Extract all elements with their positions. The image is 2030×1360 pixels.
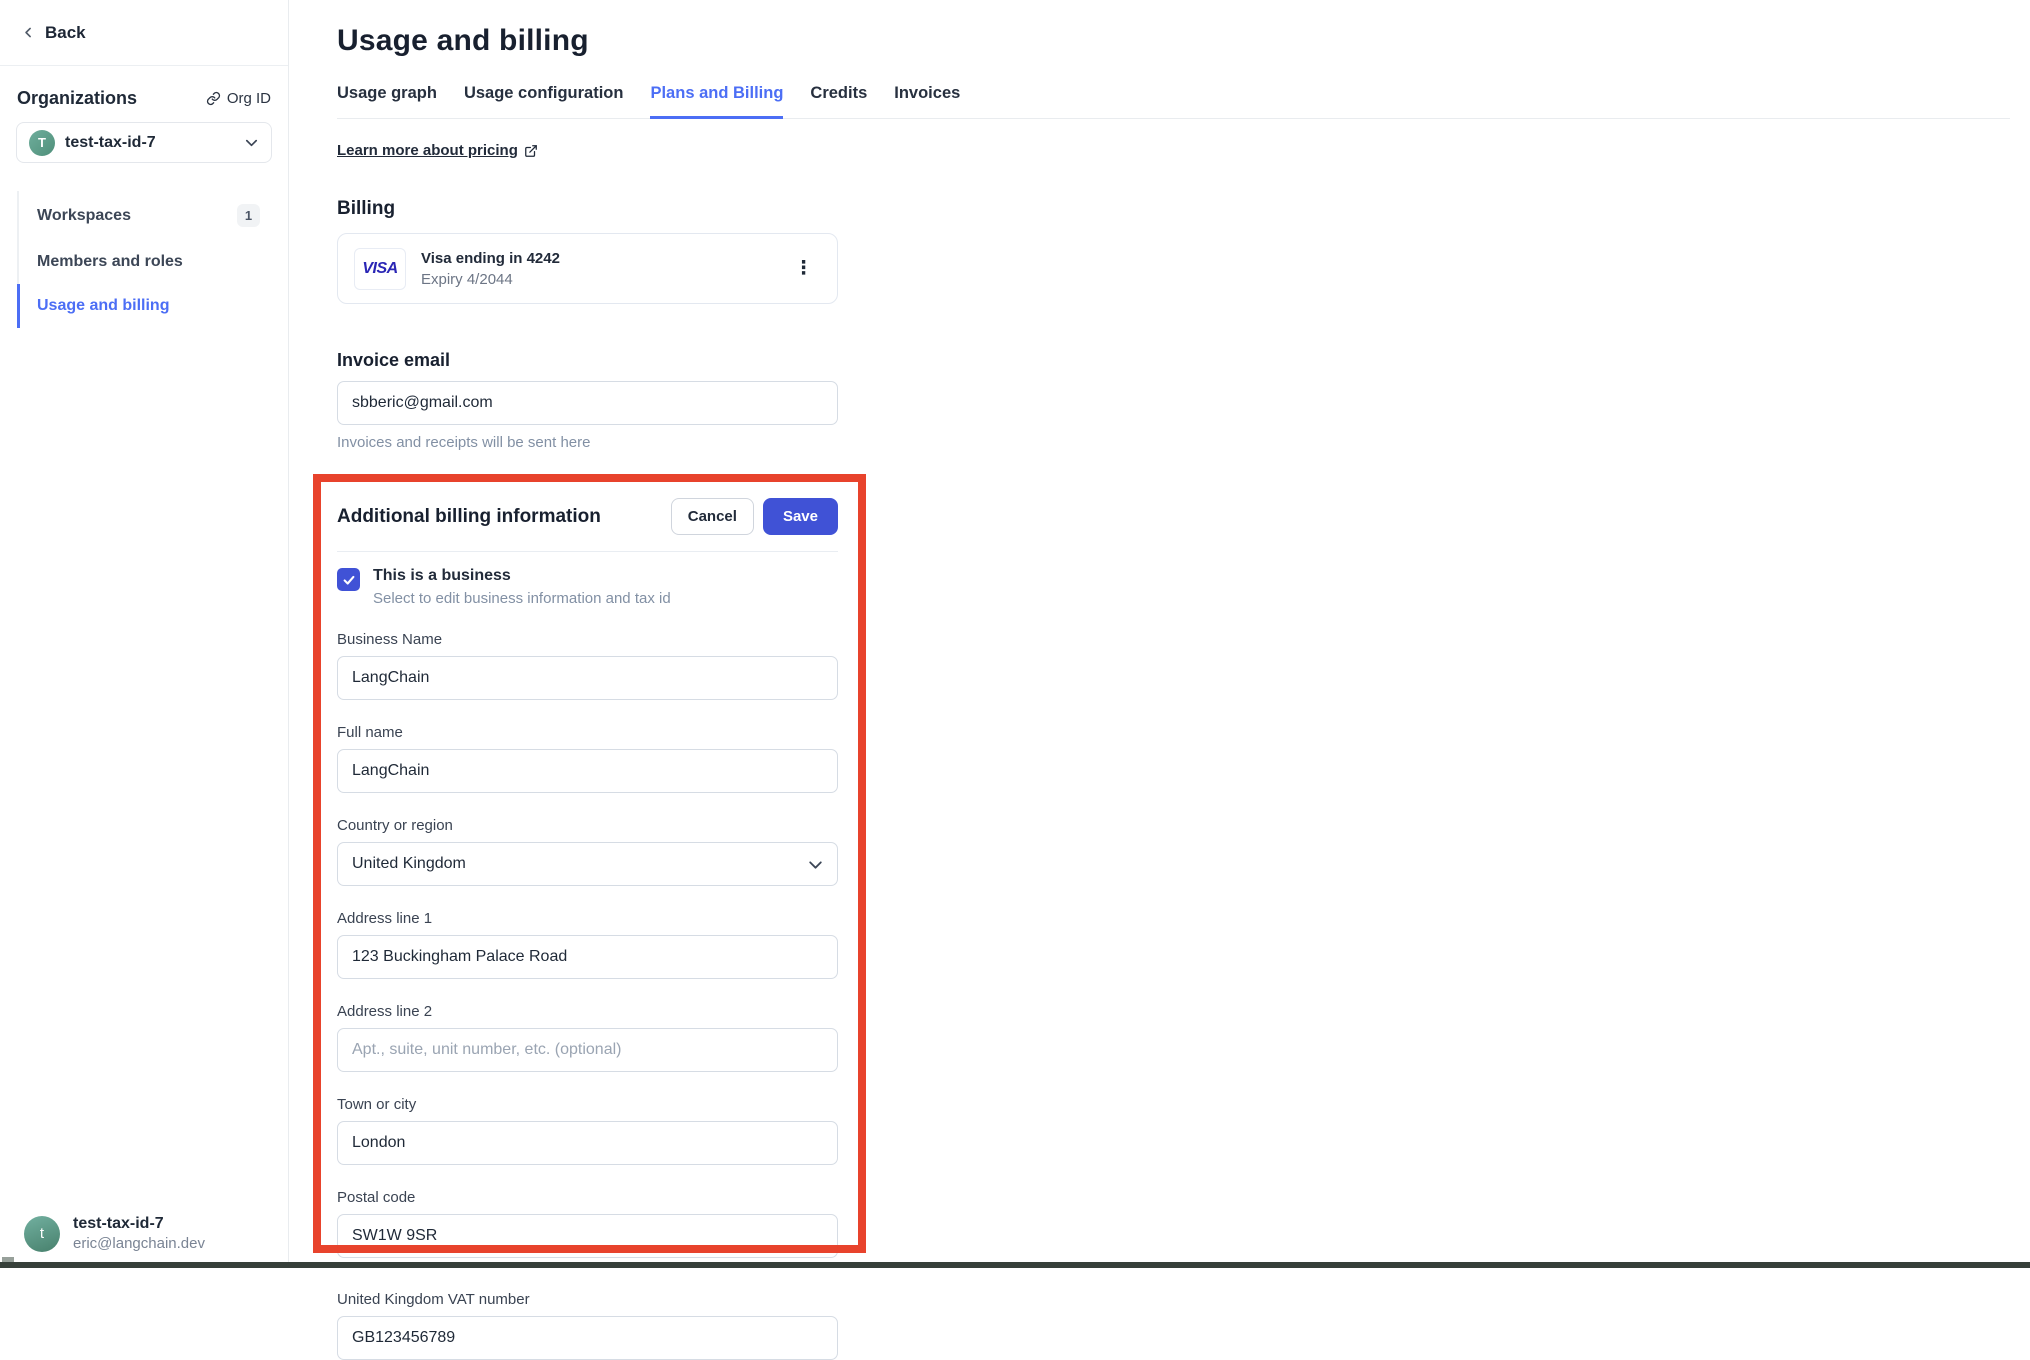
chevron-down-icon bbox=[807, 856, 824, 873]
business-name-label: Business Name bbox=[337, 631, 838, 648]
org-selector-dropdown[interactable]: T test-tax-id-7 bbox=[16, 122, 272, 163]
tab-usage-configuration[interactable]: Usage configuration bbox=[464, 84, 624, 118]
org-selector-name: test-tax-id-7 bbox=[65, 134, 234, 152]
address-line-2-label: Address line 2 bbox=[337, 1003, 838, 1020]
tab-credits[interactable]: Credits bbox=[810, 84, 867, 118]
sidebar-item-members-and-roles[interactable]: Members and roles bbox=[19, 240, 288, 284]
org-id-link[interactable]: Org ID bbox=[206, 90, 271, 107]
visa-brand-text: VISA bbox=[362, 260, 397, 278]
billing-section-title: Billing bbox=[337, 198, 838, 220]
vat-number-label: United Kingdom VAT number bbox=[337, 1291, 838, 1308]
additional-billing-title: Additional billing information bbox=[337, 506, 601, 528]
sidebar-item-label: Workspaces bbox=[37, 207, 131, 225]
card-expiry-text: Expiry 4/2044 bbox=[421, 271, 560, 288]
card-ending-text: Visa ending in 4242 bbox=[421, 250, 560, 267]
chevron-down-icon bbox=[244, 135, 259, 150]
tab-invoices[interactable]: Invoices bbox=[894, 84, 960, 118]
pricing-link[interactable]: Learn more about pricing bbox=[337, 142, 538, 159]
user-email: eric@langchain.dev bbox=[73, 1235, 205, 1252]
invoice-email-section-title: Invoice email bbox=[337, 350, 838, 371]
org-avatar: T bbox=[29, 130, 55, 156]
user-avatar: t bbox=[24, 1216, 60, 1252]
sidebar-item-label: Usage and billing bbox=[37, 297, 169, 315]
sidebar: Back Organizations Org ID T test-tax-id-… bbox=[0, 0, 289, 1268]
workspaces-count-badge: 1 bbox=[237, 204, 260, 227]
sidebar-item-label: Members and roles bbox=[37, 253, 183, 271]
country-select-value: United Kingdom bbox=[352, 855, 466, 873]
vat-number-field[interactable] bbox=[337, 1316, 838, 1360]
address-line-1-field[interactable] bbox=[337, 935, 838, 979]
country-select[interactable]: United Kingdom bbox=[337, 842, 838, 886]
invoice-email-input[interactable] bbox=[337, 381, 838, 425]
checkmark-icon bbox=[342, 573, 356, 587]
town-city-label: Town or city bbox=[337, 1096, 838, 1113]
org-id-label: Org ID bbox=[227, 90, 271, 107]
sidebar-nav: Workspaces 1 Members and roles Usage and… bbox=[17, 191, 288, 328]
visa-logo: VISA bbox=[354, 248, 406, 290]
save-button[interactable]: Save bbox=[763, 498, 838, 535]
address-line-2-field[interactable] bbox=[337, 1028, 838, 1072]
postal-code-label: Postal code bbox=[337, 1189, 838, 1206]
card-menu-kebab-icon[interactable]: ⋮ bbox=[786, 258, 821, 280]
main-content: Usage and billing Usage graph Usage conf… bbox=[289, 0, 2030, 1268]
invoice-email-helper: Invoices and receipts will be sent here bbox=[337, 434, 838, 451]
page-title: Usage and billing bbox=[337, 24, 2030, 58]
tab-usage-graph[interactable]: Usage graph bbox=[337, 84, 437, 118]
full-name-label: Full name bbox=[337, 724, 838, 741]
country-label: Country or region bbox=[337, 817, 838, 834]
tab-plans-and-billing[interactable]: Plans and Billing bbox=[650, 84, 783, 119]
divider bbox=[337, 551, 838, 552]
full-name-field[interactable] bbox=[337, 749, 838, 793]
external-link-icon bbox=[524, 144, 538, 158]
postal-code-field[interactable] bbox=[337, 1214, 838, 1258]
chevron-left-icon bbox=[22, 26, 35, 39]
business-checkbox[interactable] bbox=[337, 568, 360, 591]
business-checkbox-helper: Select to edit business information and … bbox=[373, 590, 671, 607]
current-user[interactable]: t test-tax-id-7 eric@langchain.dev bbox=[24, 1215, 205, 1252]
organizations-heading: Organizations bbox=[17, 88, 137, 109]
sidebar-item-workspaces[interactable]: Workspaces 1 bbox=[19, 191, 288, 240]
business-name-field[interactable] bbox=[337, 656, 838, 700]
sidebar-item-usage-and-billing[interactable]: Usage and billing bbox=[19, 284, 288, 328]
town-city-field[interactable] bbox=[337, 1121, 838, 1165]
additional-billing-section: Additional billing information Cancel Sa… bbox=[337, 498, 838, 1360]
pricing-link-label: Learn more about pricing bbox=[337, 142, 518, 159]
back-label: Back bbox=[45, 23, 86, 43]
cancel-button[interactable]: Cancel bbox=[671, 498, 754, 535]
address-line-1-label: Address line 1 bbox=[337, 910, 838, 927]
back-button[interactable]: Back bbox=[0, 0, 288, 66]
user-name: test-tax-id-7 bbox=[73, 1215, 205, 1233]
tab-bar: Usage graph Usage configuration Plans an… bbox=[337, 84, 2010, 119]
usage-billing-page: Back Organizations Org ID T test-tax-id-… bbox=[0, 0, 2030, 1268]
payment-method-card: VISA Visa ending in 4242 Expiry 4/2044 ⋮ bbox=[337, 233, 838, 304]
business-checkbox-label: This is a business bbox=[373, 567, 671, 585]
bottom-bar bbox=[0, 1262, 2030, 1268]
link-icon bbox=[206, 91, 221, 106]
